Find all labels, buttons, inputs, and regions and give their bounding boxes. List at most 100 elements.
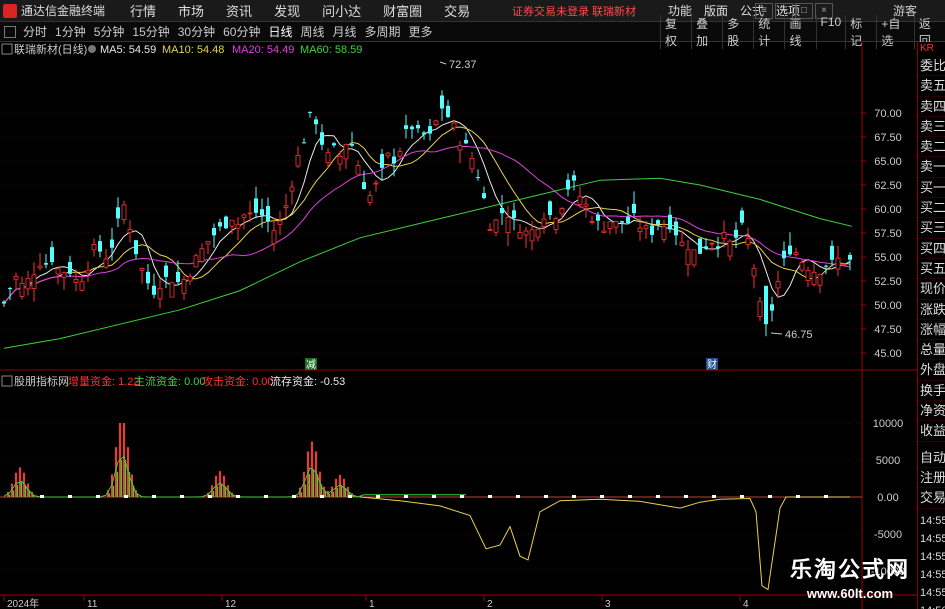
ma60-legend: MA60: 58.59 [300, 44, 362, 56]
zero-marker [152, 495, 156, 498]
menu-trade[interactable]: 交易 [433, 1, 481, 20]
candle-body [224, 216, 228, 229]
candle-body [367, 195, 373, 203]
menu-news[interactable]: 资讯 [215, 1, 263, 20]
date-label: 1 [369, 599, 375, 609]
period-tab[interactable]: 60分钟 [219, 23, 264, 40]
candle-body [764, 285, 768, 325]
menu-quotes[interactable]: 行情 [119, 1, 167, 20]
candle-body [817, 274, 823, 286]
candle-body [541, 218, 547, 227]
price-tick-label: 67.50 [874, 132, 902, 144]
menu-assistant[interactable]: 问小达 [311, 1, 372, 20]
candle-body [187, 276, 193, 282]
candle-body [656, 220, 660, 225]
period-tab[interactable]: 多周期 [361, 23, 405, 40]
candle-body [164, 265, 168, 277]
candle-body [139, 268, 145, 271]
ma20-legend: MA20: 54.49 [232, 44, 294, 56]
candle-body [745, 237, 751, 245]
subchart-expand-icon[interactable] [1, 375, 13, 387]
app-logo-icon [3, 3, 17, 18]
price-tick-label: 47.50 [874, 324, 902, 336]
period-tab[interactable]: 1分钟 [51, 23, 90, 40]
candle-body [830, 245, 834, 260]
quote-row-label: 涨跌 [918, 300, 945, 320]
candle-body [637, 227, 643, 232]
candle-body [61, 272, 67, 278]
zero-marker [544, 495, 548, 498]
quote-action-label[interactable]: 注册 [918, 468, 945, 489]
candle-body [476, 177, 480, 179]
period-tab-more[interactable]: 更多 [405, 23, 437, 40]
quote-panel-header[interactable]: KR [918, 42, 945, 56]
zero-marker [488, 495, 492, 498]
candle-body [811, 271, 817, 285]
candle-body [325, 152, 331, 164]
candle-body [505, 216, 511, 233]
kline-chart[interactable]: 联瑞新材(日线) MA5: 54.59 MA10: 54.48 MA20: 54… [0, 42, 917, 609]
chart-expand-icon[interactable] [1, 43, 13, 55]
event-mark-financial[interactable]: 财 [706, 358, 718, 371]
candle-body [824, 265, 828, 267]
period-tab[interactable]: 月线 [329, 23, 361, 40]
indicator-settings-icon[interactable] [88, 45, 96, 53]
candle-body [572, 175, 576, 181]
zero-marker [460, 495, 464, 498]
candle-body [727, 240, 733, 257]
candle-body [266, 206, 270, 222]
quote-row-label: 买三 [918, 218, 945, 239]
candle-body [199, 248, 205, 262]
quote-panel: KR 委比 卖五 卖四 卖三 卖二 卖一 买一 买二 买三 买四 买五 现价 涨跌 涨幅 总量 外盘 换手 净资收… [917, 42, 945, 609]
zero-marker [768, 495, 772, 498]
period-tab[interactable]: 周线 [296, 23, 328, 40]
quote-row-label: 现价 [918, 279, 945, 300]
candle-body [661, 226, 667, 240]
date-label: 3 [605, 599, 611, 609]
candle-body [44, 263, 48, 265]
candle-body [601, 230, 607, 233]
period-tab[interactable]: 30分钟 [174, 23, 219, 40]
candle-body [254, 198, 258, 213]
candle-body [205, 240, 211, 245]
ma10-legend: MA10: 54.48 [162, 44, 224, 56]
ma20-line [3, 145, 851, 304]
price-tick-label: 50.00 [874, 300, 902, 312]
period-tab[interactable]: 5分钟 [90, 23, 129, 40]
low-price-label: 46.75 [785, 329, 813, 341]
quote-row-label: 卖四 [918, 97, 945, 117]
menu-market[interactable]: 市场 [167, 1, 215, 20]
candle-body [37, 265, 43, 269]
candle-body [440, 95, 444, 109]
period-tab[interactable]: 15分钟 [128, 23, 173, 40]
price-tick-label: 70.00 [874, 108, 902, 120]
candle-body [110, 239, 114, 248]
subchart-tick-label: 0.00 [877, 492, 898, 504]
candle-body [308, 111, 312, 113]
candle-body [260, 209, 264, 216]
quote-row-label: 买五 [918, 259, 945, 280]
candle-body [566, 179, 570, 190]
zero-marker [264, 495, 268, 498]
quote-action-label[interactable]: 交易 [918, 488, 945, 509]
candle-body [841, 263, 847, 266]
date-label: 4 [743, 599, 749, 609]
candle-body [679, 241, 685, 246]
period-tab[interactable]: 分时 [19, 23, 51, 40]
candle-body [757, 300, 763, 317]
candle-body [193, 255, 199, 268]
period-tab-daily[interactable]: 日线 [264, 23, 296, 40]
candle-body [793, 252, 799, 255]
menu-wealth-circle[interactable]: 财富圈 [372, 1, 433, 20]
candle-body [698, 238, 702, 254]
quote-action-label[interactable]: 自动 [918, 448, 945, 468]
date-axis: 2024年 11 12 1 2 3 4 [3, 595, 749, 609]
zero-marker [404, 495, 408, 498]
candle-body [146, 271, 150, 284]
candle-body [55, 268, 61, 275]
menu-discover[interactable]: 发现 [263, 1, 311, 20]
event-mark-reduce[interactable]: 减 [305, 358, 317, 371]
login-status[interactable]: 证券交易未登录 联瑞新材 [512, 3, 636, 19]
panel-toggle-icon[interactable] [4, 25, 16, 38]
zero-marker [656, 495, 660, 498]
